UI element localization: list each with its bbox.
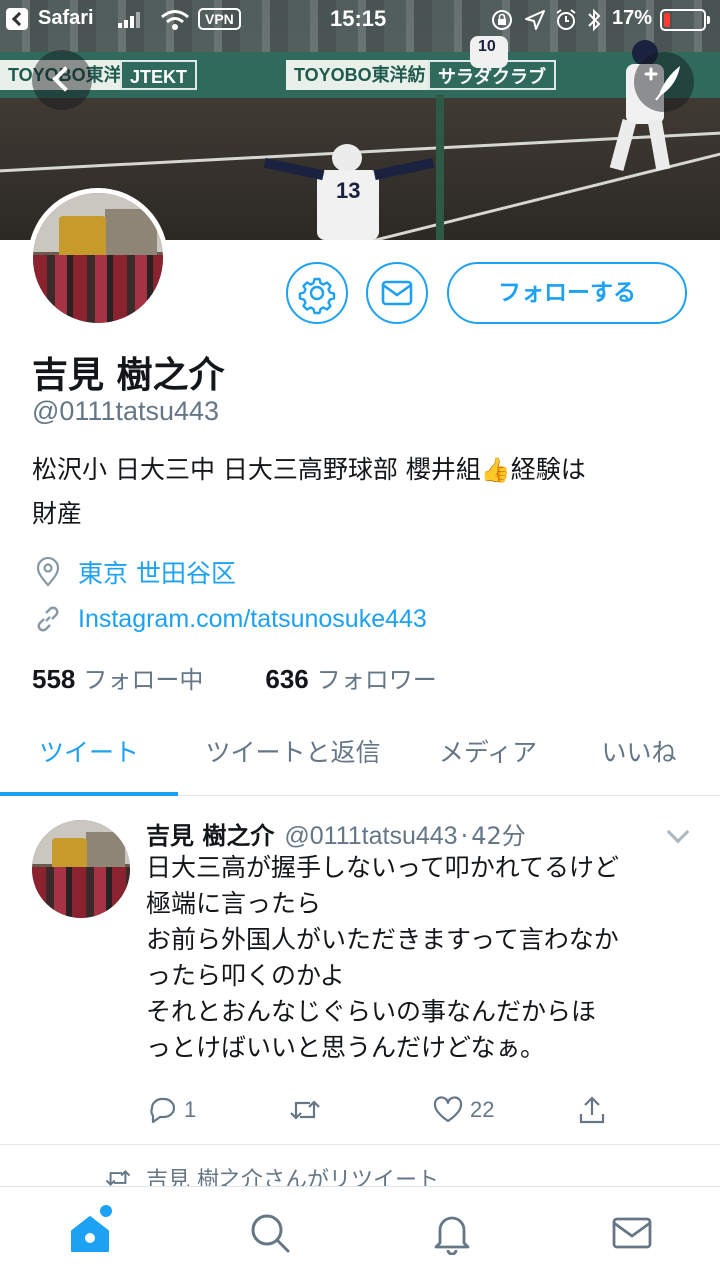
share-icon <box>579 1096 605 1124</box>
location-pin-icon <box>32 556 64 588</box>
message-button[interactable] <box>366 262 428 324</box>
cellular-signal-icon <box>118 12 142 28</box>
avatar-image <box>33 193 163 323</box>
profile-avatar[interactable] <box>28 188 168 328</box>
battery-fill <box>664 13 670 27</box>
thumbs-up-emoji: 👍 <box>480 456 511 484</box>
tweet-divider <box>0 1144 720 1145</box>
link-icon <box>32 603 64 635</box>
like-count: 22 <box>470 1097 495 1122</box>
followers-number: 636 <box>265 664 309 694</box>
follow-counts: 558 フォロー中 636 フォロワー <box>32 660 499 695</box>
banner-player: 13 <box>262 140 442 240</box>
retweet-button[interactable] <box>288 1092 328 1128</box>
bell-icon <box>434 1216 470 1256</box>
tweet-avatar[interactable] <box>32 820 130 918</box>
following-count[interactable]: 558 フォロー中 <box>32 660 203 695</box>
active-tab-indicator <box>0 792 178 796</box>
tweet-timestamp: 42分 <box>471 822 526 850</box>
tweet-separator: · <box>460 822 469 850</box>
tweet-author-handle[interactable]: @0111tatsu443 <box>284 822 457 851</box>
like-button[interactable]: 22 <box>432 1092 494 1128</box>
vpn-badge: VPN <box>198 8 241 30</box>
tab-media[interactable]: メディア <box>420 714 556 796</box>
search-icon <box>251 1214 290 1253</box>
nav-notifications[interactable] <box>430 1211 474 1256</box>
profile-display-name: 吉見 樹之介 <box>32 355 225 396</box>
chevron-down-icon[interactable] <box>666 820 690 844</box>
tab-likes[interactable]: いいね <box>584 714 694 796</box>
reply-icon <box>150 1097 176 1124</box>
alarm-icon <box>556 9 576 30</box>
share-button[interactable] <box>576 1092 608 1128</box>
status-bar: Safari VPN 15:15 17% <box>0 0 720 40</box>
profile-bio: 松沢小 日大三中 日大三高野球部 櫻井組👍経験は 財産 <box>32 448 692 536</box>
website-link[interactable]: Instagram.com/tatsunosuke443 <box>78 605 427 634</box>
battery-icon <box>660 9 710 31</box>
retweet-icon <box>290 1100 320 1120</box>
bio-text: 経験は <box>510 455 586 484</box>
tweet-text-line: っとけばいいと思うんだけどなぁ。 <box>146 1033 546 1062</box>
reply-count: 1 <box>184 1097 197 1122</box>
profile-tabs: ツイート ツイートと返信 メディア いいね <box>0 714 720 796</box>
chevron-left-icon <box>52 66 78 92</box>
profile-location: 東京 世田谷区 <box>32 555 236 589</box>
tweet-text: 日大三高が握手しないって叩かれてるけど 極端に言ったら お前ら外国人がいただきま… <box>146 850 694 1066</box>
tweet-text-line: ったら叩くのかよ <box>146 961 345 990</box>
wifi-icon <box>161 10 189 30</box>
bottom-tab-bar <box>0 1186 720 1280</box>
profile-handle: @0111tatsu443 <box>32 396 220 426</box>
bio-text: 松沢小 日大三中 日大三高野球部 櫻井組 <box>32 455 481 484</box>
following-number: 558 <box>32 664 76 694</box>
location-arrow-icon <box>525 10 545 30</box>
back-to-app-label[interactable]: Safari <box>38 7 94 30</box>
banner-player-number: 13 <box>336 178 361 203</box>
nav-search[interactable] <box>248 1211 292 1255</box>
bio-text: 財産 <box>32 499 83 528</box>
banner-ad: JTEKT <box>120 60 198 90</box>
nav-home[interactable] <box>68 1205 112 1255</box>
tweet-text-line: お前ら外国人がいただきますって言わなか <box>146 925 619 954</box>
tab-tweets-and-replies[interactable]: ツイートと返信 <box>186 714 400 796</box>
tweet-text-line: 日大三高が握手しないって叩かれてるけど <box>146 853 620 882</box>
gear-icon <box>298 277 336 315</box>
avatar-image <box>32 820 130 918</box>
banner-batter-number: 10 <box>478 38 496 55</box>
reply-button[interactable]: 1 <box>146 1092 196 1128</box>
compose-tweet-button[interactable] <box>634 52 694 112</box>
profile-website: Instagram.com/tatsunosuke443 <box>32 602 427 636</box>
heart-icon <box>433 1096 463 1123</box>
nav-messages[interactable] <box>610 1211 654 1255</box>
back-to-app-icon[interactable] <box>6 8 28 30</box>
followers-label: フォロワー <box>316 666 437 694</box>
location-text[interactable]: 東京 世田谷区 <box>78 554 236 590</box>
status-time: 15:15 <box>330 6 387 31</box>
tab-tweets[interactable]: ツイート <box>0 714 178 796</box>
tweet-text-line: それとおんなじぐらいの事なんだからほ <box>146 997 597 1026</box>
new-content-dot <box>100 1205 112 1217</box>
envelope-icon <box>612 1217 652 1249</box>
tweet-header: 吉見 樹之介 @0111tatsu443 · 42分 <box>146 816 526 851</box>
follow-button[interactable]: フォローする <box>447 262 687 324</box>
envelope-icon <box>381 280 413 306</box>
home-icon <box>71 1216 109 1252</box>
battery-percent: 17% <box>612 7 653 29</box>
bluetooth-icon <box>588 8 601 32</box>
settings-button[interactable] <box>286 262 348 324</box>
tweet-author-name[interactable]: 吉見 樹之介 <box>146 816 274 851</box>
back-button[interactable] <box>32 50 92 110</box>
following-label: フォロー中 <box>83 666 204 694</box>
banner-ad: TOYOBO東洋紡 <box>286 60 434 90</box>
tweet-text-line: 極端に言ったら <box>146 889 322 918</box>
screen-lock-icon <box>492 10 512 30</box>
feather-plus-icon <box>644 66 680 101</box>
followers-count[interactable]: 636 フォロワー <box>265 660 436 695</box>
